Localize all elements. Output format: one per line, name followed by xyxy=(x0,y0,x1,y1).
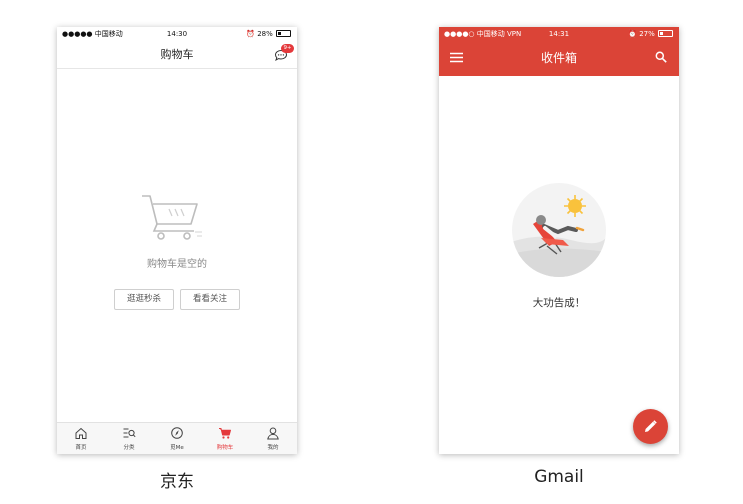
category-icon xyxy=(123,428,136,438)
tab-label: 首页 xyxy=(75,445,87,451)
inbox-empty-message: 大功告成！ xyxy=(532,297,586,309)
tab-label: 购物车 xyxy=(216,445,234,451)
compass-icon xyxy=(171,427,183,439)
battery-status: ⏰ 27% xyxy=(628,27,673,41)
gmail-caption: Gmail xyxy=(534,467,584,487)
search-icon[interactable] xyxy=(655,51,667,63)
home-icon xyxy=(75,427,87,439)
battery-icon xyxy=(658,30,673,37)
pencil-icon xyxy=(645,420,657,432)
tab-label: 分类 xyxy=(123,445,135,451)
status-bar: ●●●●○ 中国移动 VPN 14:31 ⏰ 27% xyxy=(439,27,679,41)
empty-cart-icon xyxy=(142,195,202,240)
tab-category[interactable]: 分类 xyxy=(105,423,153,454)
tab-discover[interactable]: 觅Me xyxy=(153,423,201,454)
message-button[interactable]: 9+ xyxy=(274,44,294,62)
battery-status: ⏰ 28% xyxy=(246,27,291,41)
compose-button[interactable] xyxy=(633,409,668,444)
gmail-phone-screen: ●●●●○ 中国移动 VPN 14:31 ⏰ 27% 收件箱 大功告成！ xyxy=(439,27,679,454)
profile-icon xyxy=(267,427,279,440)
tab-cart[interactable]: 购物车 xyxy=(201,423,249,454)
tab-label: 觅Me xyxy=(170,445,184,451)
tab-profile[interactable]: 我的 xyxy=(249,423,297,454)
page-title: 收件箱 xyxy=(540,51,577,65)
view-favorites-button[interactable]: 看看关注 xyxy=(180,289,240,310)
jd-phone-screen: ●●●●● 中国移动 14:30 ⏰ 28% 购物车 9+ 购物车是空的 逛逛秒… xyxy=(57,27,297,454)
nav-bar: 购物车 9+ xyxy=(57,41,297,69)
status-bar: ●●●●● 中国移动 14:30 ⏰ 28% xyxy=(57,27,297,41)
tab-label: 我的 xyxy=(267,445,279,451)
inbox-zero-illustration xyxy=(512,183,606,277)
tab-bar: 首页 分类 觅Me 购物车 我的 xyxy=(57,422,297,454)
cart-icon xyxy=(219,428,231,439)
tab-home[interactable]: 首页 xyxy=(57,423,105,454)
flash-sale-button[interactable]: 逛逛秒杀 xyxy=(114,289,174,310)
message-badge: 9+ xyxy=(281,44,294,53)
page-title: 购物车 xyxy=(160,48,194,61)
empty-cart-message: 购物车是空的 xyxy=(147,259,207,270)
jd-caption: 京东 xyxy=(160,472,194,492)
battery-icon xyxy=(276,30,291,37)
